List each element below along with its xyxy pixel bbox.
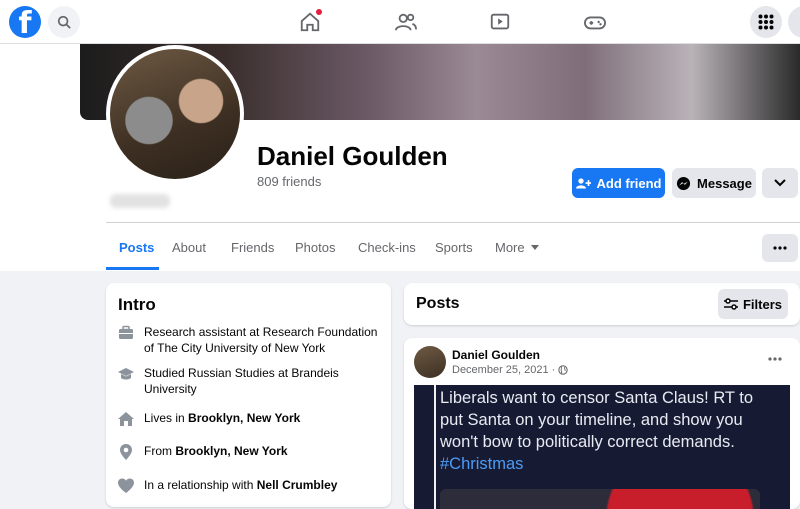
chevron-down-icon (774, 179, 786, 187)
friends-icon (395, 13, 417, 31)
blurred-mutual-friends (110, 194, 170, 208)
add-friend-icon (575, 177, 591, 188)
intro-relationship-text: In a relationship with Nell Crumbley (144, 478, 338, 492)
tab-friends[interactable]: Friends (231, 240, 274, 255)
location-pin-icon (120, 444, 132, 460)
gaming-icon (584, 16, 606, 30)
posts-title: Posts (416, 295, 460, 312)
profile-name: Daniel Goulden (257, 141, 448, 171)
intro-work: Research assistant at Research Foundatio… (118, 324, 383, 356)
posts-header-card: Posts Filters (404, 283, 800, 325)
post-options-button[interactable] (768, 348, 782, 366)
post-date-text: December 25, 2021 · (452, 364, 556, 376)
messenger-button[interactable] (788, 6, 800, 38)
add-friend-button[interactable]: Add friend (572, 168, 665, 198)
tab-photos[interactable]: Photos (295, 240, 335, 255)
lives-place-link[interactable]: Brooklyn, New York (188, 411, 300, 425)
more-dots-icon (768, 357, 782, 361)
intro-from: From Brooklyn, New York (118, 443, 383, 460)
heart-icon (118, 478, 134, 493)
message-label: Message (697, 175, 752, 191)
intro-lives: Lives in Brooklyn, New York (118, 410, 383, 427)
profile-avatar[interactable] (106, 45, 244, 183)
tab-options-button[interactable] (762, 234, 798, 262)
tab-about[interactable]: About (172, 240, 206, 255)
intro-relationship: In a relationship with Nell Crumbley (118, 477, 383, 494)
messenger-icon (676, 176, 691, 190)
post-image-message: Liberals want to censor Santa Claus! RT … (440, 389, 754, 451)
message-button[interactable]: Message (672, 168, 756, 198)
intro-education-text: Studied Russian Studies at Brandeis Univ… (144, 366, 339, 396)
active-tab-indicator (106, 267, 159, 270)
header-divider (106, 222, 800, 223)
post-image-photo (440, 489, 760, 509)
facebook-logo-icon[interactable]: f (9, 6, 41, 38)
from-place-link[interactable]: Brooklyn, New York (175, 444, 287, 458)
filters-label: Filters (742, 296, 782, 312)
post-author-name[interactable]: Daniel Goulden (452, 348, 540, 362)
notification-dot (316, 9, 322, 15)
filter-sliders-icon (723, 298, 738, 310)
graduation-cap-icon (118, 368, 134, 380)
profile-options-button[interactable] (762, 168, 798, 198)
post-date[interactable]: December 25, 2021 · (452, 364, 569, 376)
post-image-text: Liberals want to censor Santa Claus! RT … (440, 387, 780, 475)
intro-title: Intro (118, 295, 156, 314)
watch-tab[interactable] (488, 10, 512, 34)
intro-card: Intro Research assistant at Research Fou… (106, 283, 391, 507)
search-button[interactable] (48, 6, 80, 38)
search-icon (57, 15, 71, 29)
intro-work-text: Research assistant at Research Foundatio… (144, 325, 378, 355)
filters-button[interactable]: Filters (718, 289, 788, 319)
home-icon (118, 412, 134, 426)
friends-tab[interactable] (394, 10, 418, 34)
post-card: Daniel Goulden December 25, 2021 · Liber… (404, 338, 800, 509)
tab-posts[interactable]: Posts (119, 240, 154, 255)
add-friend-label: Add friend (596, 175, 662, 191)
post-image[interactable]: Liberals want to censor Santa Claus! RT … (414, 385, 790, 509)
intro-education: Studied Russian Studies at Brandeis Univ… (118, 365, 383, 397)
briefcase-icon (119, 325, 133, 339)
more-dots-icon (773, 246, 787, 250)
watch-icon (490, 13, 510, 30)
tab-check-ins[interactable]: Check-ins (358, 240, 416, 255)
tab-more[interactable]: More (495, 240, 539, 255)
partner-link[interactable]: Nell Crumbley (257, 478, 338, 492)
top-navigation-bar: f (0, 0, 800, 44)
tab-more-label: More (495, 240, 525, 255)
tab-sports[interactable]: Sports (435, 240, 473, 255)
intro-lives-text: Lives in Brooklyn, New York (144, 411, 301, 425)
post-author-avatar[interactable] (414, 346, 446, 378)
friends-count[interactable]: 809 friends (257, 174, 321, 189)
menu-button[interactable] (750, 6, 782, 38)
tweet-thread-line (434, 385, 436, 509)
caret-down-icon (530, 245, 539, 250)
menu-grid-icon (758, 14, 774, 30)
hashtag-link: #Christmas (440, 455, 524, 473)
globe-icon (558, 365, 569, 375)
gaming-tab[interactable] (583, 10, 607, 34)
intro-from-text: From Brooklyn, New York (144, 444, 288, 458)
